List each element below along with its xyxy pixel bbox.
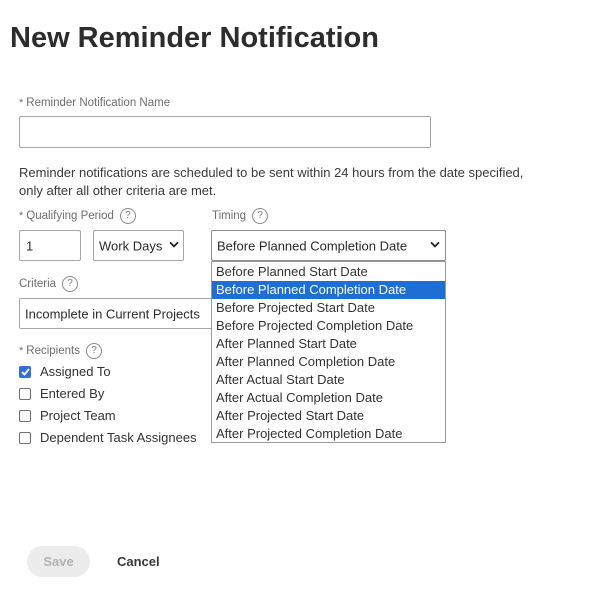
timing-dropdown-list: Before Planned Start Date Before Planned… — [211, 261, 446, 443]
qualifying-period-unit-select[interactable]: Work Days — [93, 230, 184, 261]
criteria-label-text: Criteria — [19, 278, 57, 290]
checkbox-unchecked[interactable] — [19, 431, 31, 444]
checkbox-unchecked[interactable] — [19, 387, 31, 400]
name-field-label-text: Reminder Notification Name — [26, 97, 171, 109]
required-mark: * — [19, 210, 24, 222]
checkbox-checked[interactable] — [19, 365, 31, 378]
help-icon[interactable]: ? — [119, 208, 136, 224]
timing-selected-value: Before Planned Completion Date — [217, 238, 408, 253]
timing-option-highlighted[interactable]: Before Planned Completion Date — [212, 281, 445, 299]
timing-option[interactable]: Before Projected Completion Date — [212, 317, 445, 335]
timing-option[interactable]: After Planned Completion Date — [212, 353, 445, 371]
required-mark: * — [19, 345, 24, 357]
timing-option[interactable]: After Planned Start Date — [212, 335, 445, 353]
timing-option[interactable]: After Projected Start Date — [212, 407, 445, 425]
help-icon[interactable]: ? — [252, 208, 269, 224]
help-icon[interactable]: ? — [85, 343, 102, 359]
save-button[interactable]: Save — [27, 546, 90, 577]
recipient-entered-by[interactable]: Entered By — [19, 386, 104, 401]
chevron-down-icon — [169, 239, 179, 251]
timing-label-text: Timing — [212, 210, 247, 222]
qualifying-period-value: 1 — [26, 238, 34, 253]
recipient-project-team[interactable]: Project Team — [19, 408, 116, 423]
recipient-label: Project Team — [40, 408, 116, 423]
qualifying-period-label: * Qualifying Period ? — [19, 208, 136, 224]
checkmark-icon — [20, 367, 30, 376]
recipient-assigned-to[interactable]: Assigned To — [19, 364, 111, 379]
qualifying-period-label-text: Qualifying Period — [26, 210, 114, 222]
timing-option[interactable]: Before Planned Start Date — [212, 263, 445, 281]
timing-select[interactable]: Before Planned Completion Date — [211, 230, 446, 261]
timing-option[interactable]: After Projected Completion Date — [212, 425, 445, 443]
description-text: Reminder notifications are scheduled to … — [19, 165, 524, 198]
timing-label: Timing ? — [212, 208, 269, 224]
recipients-label: * Recipients ? — [19, 343, 102, 359]
recipient-label: Dependent Task Assignees — [40, 430, 197, 445]
required-mark: * — [19, 97, 24, 109]
recipient-label: Entered By — [40, 386, 105, 401]
name-field-label: * Reminder Notification Name — [19, 97, 170, 109]
chevron-down-icon — [430, 239, 440, 251]
qualifying-period-number-input[interactable]: 1 — [19, 230, 81, 261]
timing-option[interactable]: After Actual Start Date — [212, 371, 445, 389]
timing-option[interactable]: After Actual Completion Date — [212, 389, 445, 407]
checkbox-unchecked[interactable] — [19, 409, 31, 422]
cancel-button[interactable]: Cancel — [111, 546, 166, 577]
reminder-name-input[interactable] — [19, 116, 431, 148]
help-icon[interactable]: ? — [62, 276, 79, 292]
page-title: New Reminder Notification — [10, 22, 379, 54]
timing-option[interactable]: Before Projected Start Date — [212, 299, 445, 317]
recipient-dependent-task-assignees[interactable]: Dependent Task Assignees — [19, 430, 197, 445]
criteria-label: Criteria ? — [19, 276, 79, 292]
qualifying-period-unit-value: Work Days — [99, 238, 163, 253]
recipient-label: Assigned To — [40, 364, 111, 379]
criteria-selected-value: Incomplete in Current Projects — [25, 306, 200, 321]
recipients-label-text: Recipients — [26, 345, 80, 357]
